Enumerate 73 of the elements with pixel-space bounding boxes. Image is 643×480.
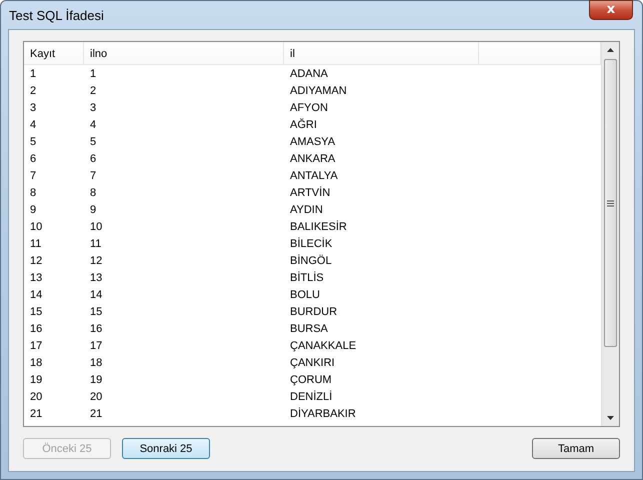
table-cell-text: 10	[29, 220, 44, 235]
table-cell-text: 3	[29, 101, 38, 116]
table-cell-text: ÇORUM	[289, 373, 333, 388]
table-cell-text: DİYARBAKIR	[289, 406, 357, 422]
table-cell-text: 5	[29, 135, 38, 150]
table-cell-text: ARTVİN	[289, 186, 332, 201]
table-cell-text: 2	[29, 84, 38, 99]
table-cell-text: 7	[89, 169, 98, 184]
table-cell-text: 6	[29, 152, 38, 167]
table-cell-text: 21	[89, 407, 104, 422]
table-cell-text: 14	[29, 288, 44, 303]
table-cell-text: ADANA	[289, 67, 329, 82]
table-cell-text: 21	[29, 407, 44, 422]
table-cell-text: 14	[89, 288, 104, 303]
table-cell-text: 19	[89, 373, 104, 388]
table-cell-text: 19	[29, 373, 44, 388]
table-cell-text: AMASYA	[289, 135, 336, 150]
grip-icon	[607, 200, 614, 206]
table-cell-text: 17	[29, 339, 44, 354]
scrollbar[interactable]	[601, 42, 619, 426]
table-cell-text: BURDUR	[289, 305, 338, 320]
table-cell-text: BİLECİK	[289, 236, 334, 252]
table-cell-text: ANTALYA	[289, 169, 339, 184]
table-cell-text: 4	[89, 118, 98, 133]
table-cell-text: BALIKESİR	[289, 220, 348, 235]
column-header[interactable]: Kayıt	[24, 42, 84, 64]
column-header[interactable]: il	[284, 42, 479, 64]
table-cell-text: 1	[29, 67, 38, 82]
table-cell-text: 8	[89, 186, 98, 201]
table-cell-text: 16	[29, 322, 44, 337]
table-cell-text: DENİZLİ	[289, 390, 334, 405]
table-cell-text: BİTLİS	[289, 270, 325, 286]
table-cell-text: AFYON	[289, 101, 329, 116]
table-cell-text: 7	[29, 169, 38, 184]
dialog-button[interactable]: Tamam	[532, 438, 620, 459]
table-cell-text: 5	[89, 135, 98, 150]
table-cell-text: 13	[29, 271, 44, 286]
table-cell-text: 2	[89, 84, 98, 99]
table-cell-text: 13	[89, 271, 104, 286]
table-cell-text: 18	[89, 356, 104, 371]
table-cell-text: 8	[29, 186, 38, 201]
table-cell-text: 20	[89, 390, 104, 405]
table-cell-text: ÇANAKKALE	[289, 339, 358, 354]
table-cell-text: ADIYAMAN	[289, 84, 348, 99]
table-cell-text: 4	[29, 118, 38, 133]
table-cell-text: 12	[29, 254, 44, 269]
table-cell-text: BURSA	[289, 322, 329, 337]
table-cell-text: 1	[89, 67, 98, 82]
dialog-button[interactable]: Sonraki 25	[122, 438, 210, 459]
table-cell-text: 18	[29, 356, 44, 371]
table-cell-text: 16	[89, 322, 104, 337]
scrollbar-thumb[interactable]	[604, 59, 617, 347]
table-cell-text: 11	[29, 237, 42, 252]
table-cell-text: 11	[89, 237, 102, 252]
table-cell-text: 20	[29, 390, 44, 405]
table-cell-text: 6	[89, 152, 98, 167]
table-cell-text: 9	[29, 203, 38, 218]
table-cell-text: 10	[89, 220, 104, 235]
table-cell-text: AYDIN	[289, 203, 324, 218]
table-cell-text: 3	[89, 101, 98, 116]
table-cell-text: 15	[89, 305, 104, 320]
window-title: Test SQL İfadesi	[9, 8, 104, 23]
table-cell-text: ÇANKIRI	[289, 356, 336, 371]
table-cell-text: 17	[89, 339, 104, 354]
table-cell-text: 9	[89, 203, 98, 218]
table-cell-text: BİNGÖL	[289, 254, 333, 269]
table-cell-text: 15	[29, 305, 44, 320]
table-cell-text: BOLU	[289, 288, 321, 303]
column-header[interactable]: ilno	[84, 42, 284, 64]
table-cell-text: 12	[89, 254, 104, 269]
close-button[interactable]: x	[589, 0, 633, 20]
table-cell-text: ANKARA	[289, 152, 336, 167]
table-cell-text: AĞRI	[289, 118, 318, 133]
